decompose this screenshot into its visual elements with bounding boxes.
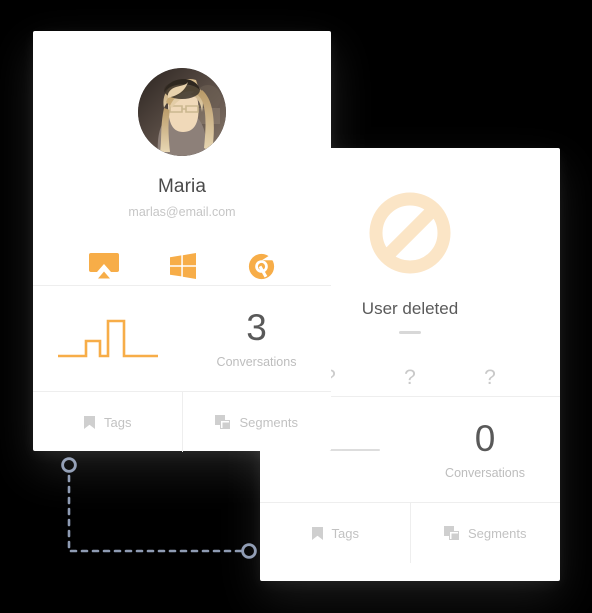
connector-handle-start[interactable]: [61, 457, 77, 473]
profile-block: Maria marlas@email.com: [33, 31, 331, 219]
sparkline-container: [33, 286, 182, 391]
segments-icon: [215, 414, 231, 430]
stats-section: 3 Conversations: [33, 286, 331, 391]
tab-segments-label: Segments: [239, 414, 299, 430]
segments-icon: [443, 525, 460, 541]
question-mark-icon: ?: [484, 365, 496, 389]
tab-segments-label: Segments: [467, 525, 527, 541]
tab-tags[interactable]: Tags: [260, 503, 410, 563]
connector-handle-end[interactable]: [241, 543, 257, 559]
tab-tags[interactable]: Tags: [33, 392, 182, 452]
airplay-icon: [88, 253, 119, 279]
chrome-icon: [248, 253, 275, 280]
question-mark-icon: ?: [404, 365, 416, 389]
person-name: Maria: [157, 176, 206, 197]
email-placeholder-dash: [399, 331, 421, 334]
tab-tags-label: Tags: [331, 525, 359, 541]
tab-segments[interactable]: Segments: [181, 392, 332, 452]
tab-segments[interactable]: Segments: [409, 503, 561, 563]
connector-dashed-path: [67, 463, 251, 553]
conversations-stat: 3 Conversations: [182, 286, 331, 391]
person-email: marlas@email.com: [128, 205, 236, 219]
card-tabs: Tags Segments: [260, 503, 560, 563]
tab-tags-label: Tags: [104, 414, 132, 430]
card-tabs: Tags Segments: [33, 392, 331, 452]
conversations-stat: 0 Conversations: [410, 397, 560, 502]
tag-icon: [311, 526, 324, 541]
conversations-value: 3: [246, 306, 267, 348]
avatar: [138, 68, 226, 156]
user-card-active: Maria marlas@email.com 3 Conversations T…: [33, 31, 331, 452]
conversations-label: Conversations: [216, 354, 297, 369]
windows-icon: [170, 253, 197, 279]
ban-icon: [369, 192, 451, 278]
step-chart-icon: [56, 313, 160, 364]
tag-icon: [83, 415, 96, 430]
canvas: User deleted ? ? ? 0 Conversations: [0, 0, 592, 613]
conversations-label: Conversations: [445, 465, 525, 480]
conversations-value: 0: [474, 417, 496, 459]
device-list: [33, 247, 331, 285]
